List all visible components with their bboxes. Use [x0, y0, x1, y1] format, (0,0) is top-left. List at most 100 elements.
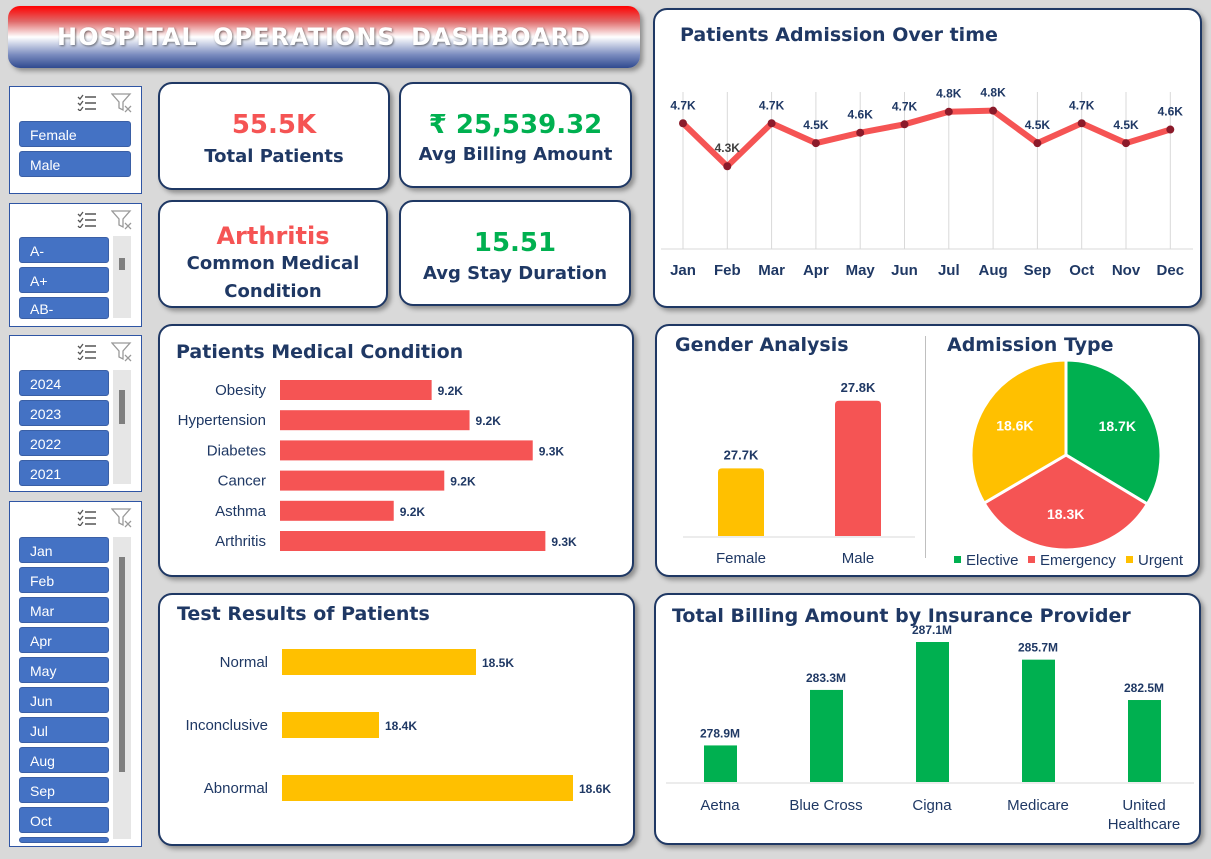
data-label: 4.5K [1025, 118, 1051, 132]
data-label: 9.2K [400, 505, 426, 519]
slicer-item-2022[interactable]: 2022 [19, 430, 109, 456]
clear-filter-icon[interactable] [111, 342, 133, 362]
bar [280, 470, 445, 491]
kpi-total-patients: 55.5K Total Patients [158, 82, 390, 190]
data-label: 18.7K [1099, 418, 1136, 434]
slicer-item-male[interactable]: Male [19, 151, 131, 177]
bar [704, 745, 737, 782]
category-label: Healthcare [1108, 816, 1181, 833]
multi-select-icon[interactable] [77, 93, 97, 111]
category-label: Female [716, 550, 766, 567]
x-tick-label: May [846, 262, 876, 279]
slicer-item-may[interactable]: May [19, 657, 109, 683]
legend-label: Elective [966, 552, 1019, 569]
bar [810, 689, 843, 782]
series-line [680, 107, 1172, 170]
category-label: Hypertension [178, 412, 266, 429]
data-label: 278.9M [700, 726, 740, 740]
multi-select-icon[interactable] [77, 508, 97, 526]
data-label: 4.7K [892, 99, 918, 113]
slicer-scrollbar[interactable] [113, 236, 131, 318]
kpi-avg-billing: ₹ 25,539.32 Avg Billing Amount [399, 82, 632, 188]
clear-filter-icon[interactable] [111, 508, 133, 528]
data-label: 282.5M [1124, 681, 1164, 695]
slicer-item-jan[interactable]: Jan [19, 537, 109, 563]
data-point [679, 119, 687, 128]
data-label: 4.7K [1069, 98, 1095, 112]
bar [916, 642, 949, 782]
data-label: 18.6K [579, 782, 611, 796]
data-point [989, 106, 998, 115]
data-point [1033, 139, 1042, 148]
data-point [856, 128, 865, 137]
x-tick-label: Oct [1069, 262, 1094, 279]
x-tick-label: Feb [714, 262, 741, 279]
slicer-item-mar[interactable]: Mar [19, 597, 109, 623]
category-label: Normal [220, 654, 268, 671]
kpi-label: Avg Billing Amount [418, 144, 613, 165]
slicer-item-jul[interactable]: Jul [19, 717, 109, 743]
kpi-label: Avg Stay Duration [422, 263, 608, 284]
slicer-item-2023[interactable]: 2023 [19, 400, 109, 426]
slicer-item-oct[interactable]: Oct [19, 807, 109, 833]
slicer-item-aug[interactable]: Aug [19, 747, 109, 773]
data-label: 18.3K [1047, 506, 1084, 522]
data-label: 4.6K [848, 108, 874, 122]
billing-insurance-bar-chart: 278.9M Aetna 283.3M Blue Cross 287.1M Cigna 28… [666, 623, 1194, 833]
category-label: Male [842, 550, 875, 567]
x-tick-label: Mar [758, 262, 785, 279]
slicer-item-feb[interactable]: Feb [19, 567, 109, 593]
slicer-item-apr[interactable]: Apr [19, 627, 109, 653]
multi-select-icon[interactable] [77, 342, 97, 360]
kpi-label-line1: Common Medical [186, 253, 360, 274]
slicer-item-jun[interactable]: Jun [19, 687, 109, 713]
category-label: United [1122, 797, 1165, 814]
category-label: Arthritis [215, 533, 266, 550]
gender-slicer[interactable]: Female Male [9, 86, 142, 194]
data-label: 4.8K [980, 86, 1006, 100]
blood-type-slicer[interactable]: A- A+ AB- [9, 203, 142, 327]
kpi-label: Total Patients [204, 146, 344, 167]
slicer-item-a-neg[interactable]: A- [19, 237, 109, 263]
data-label: 18.6K [996, 418, 1033, 434]
category-label: Aetna [700, 797, 740, 814]
bar [1128, 700, 1161, 782]
bar [280, 380, 432, 400]
data-point [1122, 139, 1130, 148]
kpi-label-line2: Condition [224, 281, 322, 302]
data-label: 4.3K [715, 141, 741, 155]
slicer-item-2024[interactable]: 2024 [19, 370, 109, 396]
data-point [767, 119, 776, 128]
multi-select-icon[interactable] [77, 210, 97, 228]
slicer-item-partial[interactable] [19, 837, 109, 843]
medical-condition-bar-chart: Obesity 9.2K Hypertension 9.2K Diabetes 9.3K C… [178, 380, 577, 551]
clear-filter-icon[interactable] [111, 210, 133, 230]
year-slicer[interactable]: 2024 2023 2022 2021 [9, 335, 142, 492]
bar [282, 712, 379, 738]
dashboard-title: HOSPITAL OPERATIONS DASHBOARD [57, 23, 591, 51]
category-label: Abnormal [204, 780, 268, 797]
slicer-item-2021[interactable]: 2021 [19, 460, 109, 486]
slicer-item-ab-neg[interactable]: AB- [19, 297, 109, 319]
slicer-item-sep[interactable]: Sep [19, 777, 109, 803]
data-label: 4.5K [803, 118, 829, 132]
slicer-scrollbar[interactable] [113, 537, 131, 839]
category-label: Asthma [215, 503, 267, 520]
x-tick-label: Dec [1157, 262, 1185, 279]
data-label: 4.8K [936, 87, 962, 101]
slicer-item-female[interactable]: Female [19, 121, 131, 147]
slicer-item-a-pos[interactable]: A+ [19, 267, 109, 293]
kpi-value: 15.51 [473, 228, 557, 258]
clear-filter-icon[interactable] [111, 93, 133, 113]
bar [280, 440, 533, 461]
data-label: 9.2K [476, 414, 502, 428]
category-label: Diabetes [207, 442, 266, 459]
data-label: 18.4K [385, 719, 417, 733]
kpi-value: ₹ 25,539.32 [428, 110, 603, 140]
kpi-value: Arthritis [216, 222, 330, 250]
legend-swatch [954, 556, 961, 563]
slicer-scrollbar[interactable] [113, 370, 131, 484]
data-point [723, 162, 732, 171]
legend-label: Urgent [1138, 552, 1184, 569]
month-slicer[interactable]: Jan Feb Mar Apr May Jun Jul Aug Sep Oct [9, 501, 142, 847]
